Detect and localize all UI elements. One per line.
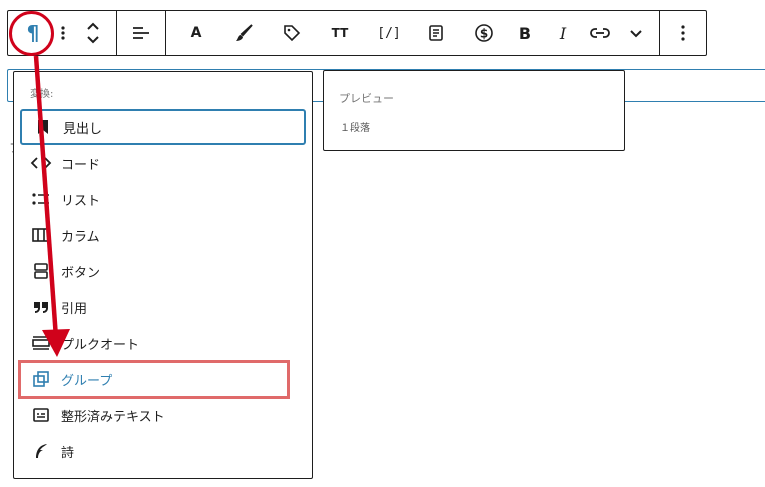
transform-preview: プレビュー １段落 — [323, 70, 625, 151]
preview-content: １段落 — [340, 123, 370, 134]
transform-pullquote-label: プルクオート — [61, 337, 140, 353]
link-icon — [590, 28, 610, 38]
document-icon — [429, 25, 443, 41]
transform-buttons-label: ボタン — [61, 265, 101, 281]
block-toolbar: ¶ A TT [/] $ B I — [7, 10, 707, 56]
list-icon — [29, 187, 53, 211]
highlight-button[interactable] — [226, 11, 262, 55]
toolbar-separator — [165, 11, 166, 55]
transform-code-label: コード — [61, 157, 101, 173]
transform-list-label: リスト — [61, 193, 101, 209]
transform-buttons[interactable]: ボタン — [20, 253, 306, 289]
text-color-button[interactable]: A — [178, 11, 214, 55]
transform-preformatted-label: 整形済みテキスト — [61, 409, 165, 425]
tag-button[interactable] — [274, 11, 310, 55]
transform-pullquote[interactable]: プルクオート — [20, 325, 306, 361]
transform-quote-label: 引用 — [61, 301, 88, 317]
transform-preformatted[interactable]: 整形済みテキスト — [20, 397, 306, 433]
transform-heading-label: 見出し — [63, 121, 103, 137]
code-icon — [29, 151, 53, 175]
transform-dropdown: 変換: 見出し コード リスト カラム ボタン 引用 プルクオート グループ 整… — [13, 71, 313, 479]
transform-code[interactable]: コード — [20, 145, 306, 181]
dollar-icon: $ — [475, 24, 493, 42]
italic-button[interactable]: I — [546, 11, 580, 55]
chevron-down-icon — [630, 30, 642, 38]
move-up-down-icon — [87, 22, 99, 44]
bold-button[interactable]: B — [508, 11, 542, 55]
pullquote-icon — [29, 331, 53, 355]
transform-list[interactable]: リスト — [20, 181, 306, 217]
preview-label: プレビュー — [339, 92, 394, 105]
annotation-highlight-box — [18, 360, 290, 399]
tag-icon — [284, 25, 301, 42]
transform-header: 変換: — [30, 89, 54, 100]
transform-columns-label: カラム — [61, 229, 100, 245]
svg-text:$: $ — [480, 27, 488, 41]
brush-icon — [236, 24, 253, 41]
shortcode-icon: [/] — [377, 25, 401, 41]
italic-icon: I — [559, 23, 567, 43]
more-options-button[interactable] — [660, 11, 706, 55]
move-up-down-button[interactable] — [72, 11, 114, 55]
quote-icon — [29, 295, 53, 319]
font-size-icon: TT — [331, 26, 349, 40]
more-formats-button[interactable] — [618, 11, 654, 55]
transform-quote[interactable]: 引用 — [20, 289, 306, 325]
drag-handle-button[interactable] — [56, 11, 70, 55]
shortcode-button[interactable]: [/] — [370, 11, 408, 55]
bold-icon: B — [518, 23, 532, 43]
transform-verse[interactable]: 詩 — [20, 433, 306, 469]
columns-icon — [29, 223, 53, 247]
dollar-button[interactable]: $ — [466, 11, 502, 55]
buttons-icon — [29, 259, 53, 283]
verse-icon — [29, 439, 53, 463]
font-size-button[interactable]: TT — [322, 11, 358, 55]
transform-heading[interactable]: 見出し — [20, 109, 306, 145]
preformatted-icon — [29, 403, 53, 427]
document-button[interactable] — [418, 11, 454, 55]
transform-columns[interactable]: カラム — [20, 217, 306, 253]
align-button[interactable] — [117, 11, 165, 55]
more-options-icon — [681, 25, 685, 41]
annotation-circle — [9, 11, 54, 56]
text-color-icon: A — [190, 25, 202, 41]
bookmark-icon — [31, 115, 55, 139]
link-button[interactable] — [582, 11, 618, 55]
transform-verse-label: 詩 — [61, 445, 75, 461]
drag-handle-icon — [61, 26, 65, 40]
align-icon — [133, 27, 149, 39]
